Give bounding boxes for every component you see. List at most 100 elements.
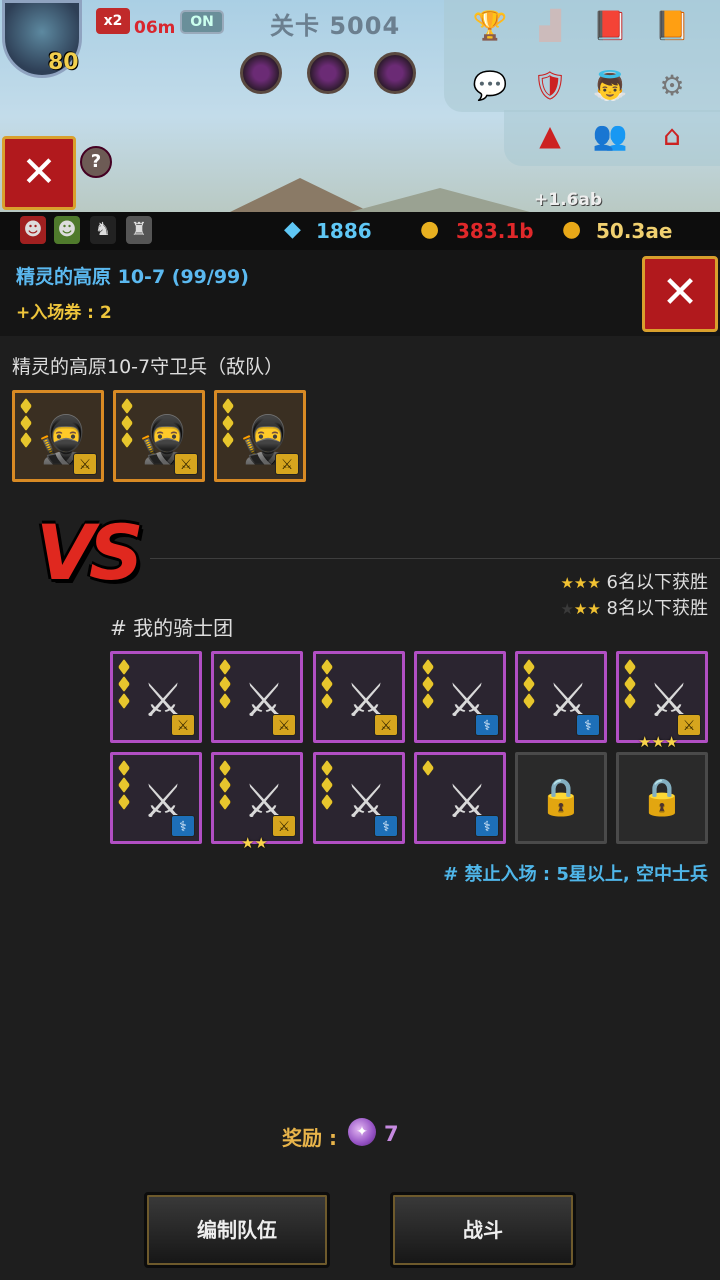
medal-count: 383.1b <box>456 219 534 243</box>
rank-pip-icon <box>219 659 231 675</box>
hero-knight-icon[interactable]: ♜ <box>126 216 152 244</box>
rank-pip-icon <box>321 693 333 709</box>
trophy-icon[interactable]: 🏆 <box>470 6 510 46</box>
rank-pip-icon <box>20 398 32 414</box>
speed-timer: 06m <box>134 18 176 38</box>
edit-team-button[interactable]: 编制队伍 <box>144 1192 330 1268</box>
stage-orb-icon <box>240 52 282 94</box>
rank-pip-icon <box>523 693 535 709</box>
hero-book-icon[interactable]: 📕 <box>590 6 630 46</box>
rank-pip-icon <box>222 398 234 414</box>
magic-class-icon: ⚕ <box>171 815 195 837</box>
enemy-unit-card[interactable]: 🥷 ⚔ <box>12 390 104 482</box>
angel-icon[interactable]: 👼 <box>590 66 630 106</box>
stage-label: 关卡 5004 <box>270 12 401 40</box>
rank-pip-icon <box>422 659 434 675</box>
locked-slot: 🔒 <box>515 752 607 844</box>
rank-pip-icon <box>321 659 333 675</box>
ally-unit-card[interactable]: ⚔ ⚕ <box>414 752 506 844</box>
rank-pips <box>222 398 236 449</box>
gear-icon[interactable]: ⚙ <box>652 66 692 106</box>
rank-pip-icon <box>321 676 333 692</box>
ally-unit-card[interactable]: ⚔ ⚔ <box>313 651 405 743</box>
magic-class-icon: ⚕ <box>475 815 499 837</box>
home-icon[interactable]: ⌂ <box>652 116 692 156</box>
rank-pip-icon <box>118 659 130 675</box>
rank-pip-icon <box>219 693 231 709</box>
ranking-podium-icon[interactable]: ▟ <box>530 6 570 46</box>
stage-orb-icon <box>307 52 349 94</box>
melee-class-icon: ⚔ <box>171 714 195 736</box>
vs-label: VS <box>36 508 144 597</box>
rank-pip-icon <box>219 760 231 776</box>
hero-red-icon[interactable]: ☻ <box>20 216 46 244</box>
stage-orb-icon <box>374 52 416 94</box>
mountain-decoration <box>230 178 370 212</box>
unit-star-rating: ★★★ <box>638 733 679 751</box>
melee-class-icon: ⚔ <box>275 453 299 475</box>
rank-pip-icon <box>624 676 636 692</box>
gold-count: 50.3ae <box>596 219 673 243</box>
region-title: 精灵的高原 10-7 (99/99) <box>16 266 249 288</box>
ally-unit-card[interactable]: ⚔ ⚕ <box>515 651 607 743</box>
ally-unit-card[interactable]: ⚔ ⚔ <box>110 651 202 743</box>
rank-pip-icon <box>624 693 636 709</box>
battle-button[interactable]: 战斗 <box>390 1192 576 1268</box>
reward-label: 奖励 : <box>282 1126 337 1150</box>
rank-pip-icon <box>422 676 434 692</box>
win-condition-2star: ★★★ 8名以下获胜 <box>560 594 708 620</box>
hero-dark-icon[interactable]: ♞ <box>90 216 116 244</box>
rank-pip-icon <box>321 777 333 793</box>
locked-slot: 🔒 <box>616 752 708 844</box>
rank-pips <box>219 760 233 811</box>
rank-pip-icon <box>118 794 130 810</box>
enemy-unit-card[interactable]: 🥷 ⚔ <box>214 390 306 482</box>
ally-unit-card[interactable]: ⚔ ⚕ <box>110 752 202 844</box>
rank-pip-icon <box>222 415 234 431</box>
melee-class-icon: ⚔ <box>272 714 296 736</box>
melee-class-icon: ⚔ <box>174 453 198 475</box>
rank-pip-icon <box>219 676 231 692</box>
rank-pips <box>118 760 132 811</box>
lock-icon: 🔒 <box>538 777 584 818</box>
rank-pip-icon <box>422 693 434 709</box>
speed-button[interactable]: x2 <box>96 8 130 34</box>
enemy-team-title: 精灵的高原10-7守卫兵（敌队） <box>12 356 284 378</box>
resource-bar: ☻ ☻ ♞ ♜ ◆ 1886 ● 383.1b ● 50.3ae <box>0 212 720 250</box>
win-condition-text: 8名以下获胜 <box>606 598 708 619</box>
melee-class-icon: ⚔ <box>272 815 296 837</box>
ally-unit-card[interactable]: ⚔ ⚕ <box>313 752 405 844</box>
rank-pip-icon <box>222 432 234 448</box>
ally-unit-card[interactable]: ⚔ ⚕ <box>414 651 506 743</box>
close-icon[interactable]: ✕ <box>642 256 718 332</box>
enemy-unit-card[interactable]: 🥷 ⚔ <box>113 390 205 482</box>
rank-pips <box>422 659 436 710</box>
shield-event-icon[interactable]: 🛡 <box>530 66 570 106</box>
ally-unit-card[interactable]: ⚔ ⚔ <box>211 651 303 743</box>
hero-green-icon[interactable]: ☻ <box>54 216 80 244</box>
auto-toggle[interactable]: ON <box>180 10 224 34</box>
player-level: 80 <box>48 50 79 75</box>
help-button[interactable]: ? <box>80 146 112 178</box>
chat-icon[interactable]: 💬 <box>470 66 510 106</box>
rank-pips <box>422 760 436 777</box>
rank-pips <box>624 659 638 710</box>
star-rating-empty: ★ <box>560 600 574 618</box>
quest-book-icon[interactable]: 📙 <box>652 6 692 46</box>
rank-pip-icon <box>219 794 231 810</box>
rank-pip-icon <box>523 659 535 675</box>
rank-pips <box>20 398 34 449</box>
rank-pips <box>321 760 335 811</box>
reward-amount: 7 <box>384 1122 399 1146</box>
friends-icon[interactable]: 👥 <box>590 116 630 156</box>
close-icon[interactable]: ✕ <box>2 136 76 210</box>
rank-pip-icon <box>219 777 231 793</box>
ally-unit-card[interactable]: ⚔ ⚔ <box>211 752 303 844</box>
magic-class-icon: ⚕ <box>374 815 398 837</box>
rank-pip-icon <box>523 676 535 692</box>
warning-triangle-icon[interactable]: ▲ <box>530 116 570 156</box>
ally-unit-card[interactable]: ⚔ ⚔ <box>616 651 708 743</box>
gem-icon: ◆ <box>284 217 301 242</box>
win-condition-3star: ★★★ 6名以下获胜 <box>560 568 708 594</box>
unit-star-rating: ★★ <box>241 834 268 852</box>
